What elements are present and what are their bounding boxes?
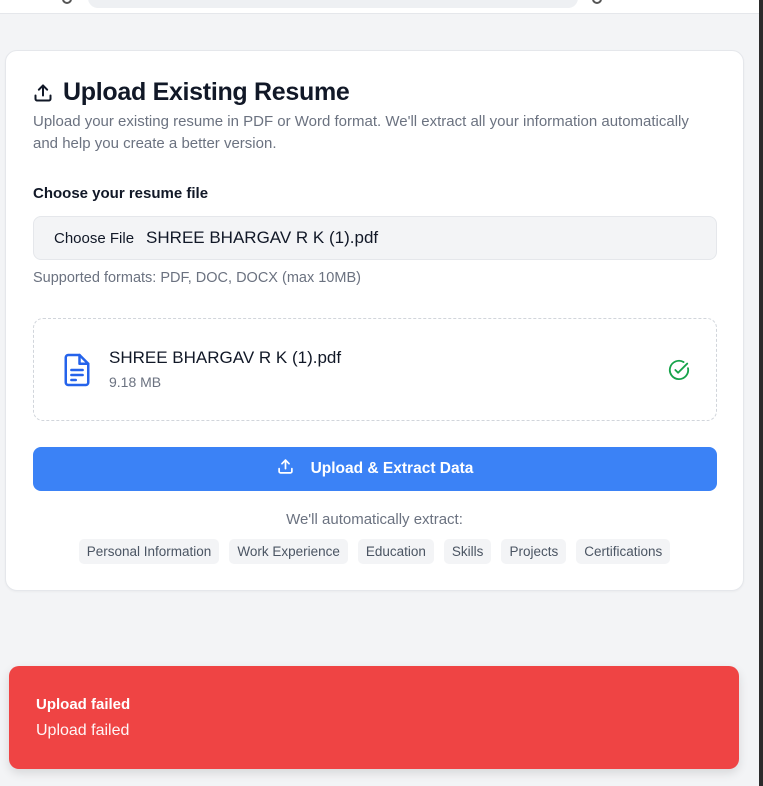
file-text-icon <box>62 352 92 393</box>
chosen-file-name: SHREE BHARGAV R K (1).pdf <box>146 228 379 247</box>
selected-file-preview: SHREE BHARGAV R K (1).pdf 9.18 MB <box>33 318 717 421</box>
card-header: Upload Existing Resume <box>33 78 350 107</box>
upload-icon <box>33 83 53 103</box>
choose-file-button[interactable]: Choose File <box>54 230 134 247</box>
selected-file-name: SHREE BHARGAV R K (1).pdf <box>109 348 342 367</box>
upload-icon <box>277 458 294 480</box>
chip-personal-information: Personal Information <box>78 539 220 564</box>
page-title: Upload Existing Resume <box>63 78 350 106</box>
resume-file-input[interactable]: Choose File SHREE BHARGAV R K (1).pdf <box>33 216 717 260</box>
check-circle-icon <box>668 359 690 386</box>
extension-icon[interactable] <box>592 0 602 4</box>
selected-file-size: 9.18 MB <box>109 374 162 390</box>
upload-resume-card: Upload Existing Resume Upload your exist… <box>5 50 744 591</box>
upload-button-label: Upload & Extract Data <box>310 460 474 477</box>
browser-toolbar <box>0 0 763 14</box>
extract-chip-list: Personal Information Work Experience Edu… <box>6 539 743 564</box>
reload-icon[interactable] <box>62 0 72 4</box>
chip-education: Education <box>357 539 434 564</box>
chip-projects: Projects <box>501 539 567 564</box>
toast-message: Upload failed <box>36 722 130 739</box>
chip-work-experience: Work Experience <box>229 539 348 564</box>
upload-extract-button[interactable]: Upload & Extract Data <box>33 447 717 491</box>
address-bar[interactable] <box>88 0 578 8</box>
file-input-label: Choose your resume file <box>33 185 209 202</box>
card-description: Upload your existing resume in PDF or Wo… <box>33 113 689 152</box>
chip-certifications: Certifications <box>576 539 671 564</box>
window-edge <box>759 0 763 786</box>
chip-skills: Skills <box>443 539 492 564</box>
supported-formats-hint: Supported formats: PDF, DOC, DOCX (max 1… <box>33 270 361 286</box>
toast-title: Upload failed <box>36 696 131 713</box>
extract-info-label: We'll automatically extract: <box>286 511 463 528</box>
error-toast[interactable]: Upload failed Upload failed <box>9 666 739 769</box>
